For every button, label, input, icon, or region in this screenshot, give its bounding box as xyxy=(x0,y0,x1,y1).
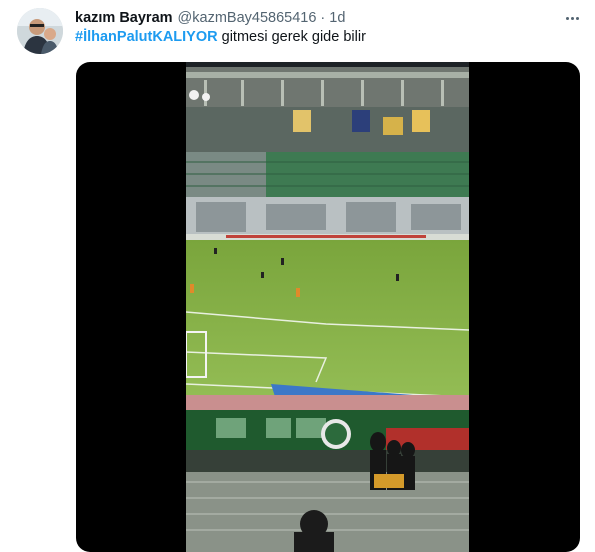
tweet-header: kazım Bayram @kazmBay45865416 · 1d xyxy=(75,8,345,28)
author-handle[interactable]: @kazmBay45865416 xyxy=(178,10,317,26)
video-thumbnail[interactable] xyxy=(186,62,469,552)
tweet-text: #İlhanPalutKALIYOR gitmesi gerek gide bi… xyxy=(75,29,366,45)
author-name[interactable]: kazım Bayram xyxy=(75,10,173,26)
timestamp[interactable]: 1d xyxy=(329,10,345,26)
media-container[interactable] xyxy=(76,62,580,552)
hashtag-link[interactable]: #İlhanPalutKALIYOR xyxy=(75,29,218,45)
more-horizontal-icon[interactable] xyxy=(558,8,586,28)
avatar[interactable] xyxy=(17,8,63,54)
stadium-scene-image xyxy=(186,62,469,552)
tweet-card[interactable]: kazım Bayram @kazmBay45865416 · 1d #İlha… xyxy=(0,0,595,552)
tweet-body-text: gitmesi gerek gide bilir xyxy=(217,29,366,45)
separator-dot: · xyxy=(320,10,326,26)
avatar-image xyxy=(17,8,63,54)
